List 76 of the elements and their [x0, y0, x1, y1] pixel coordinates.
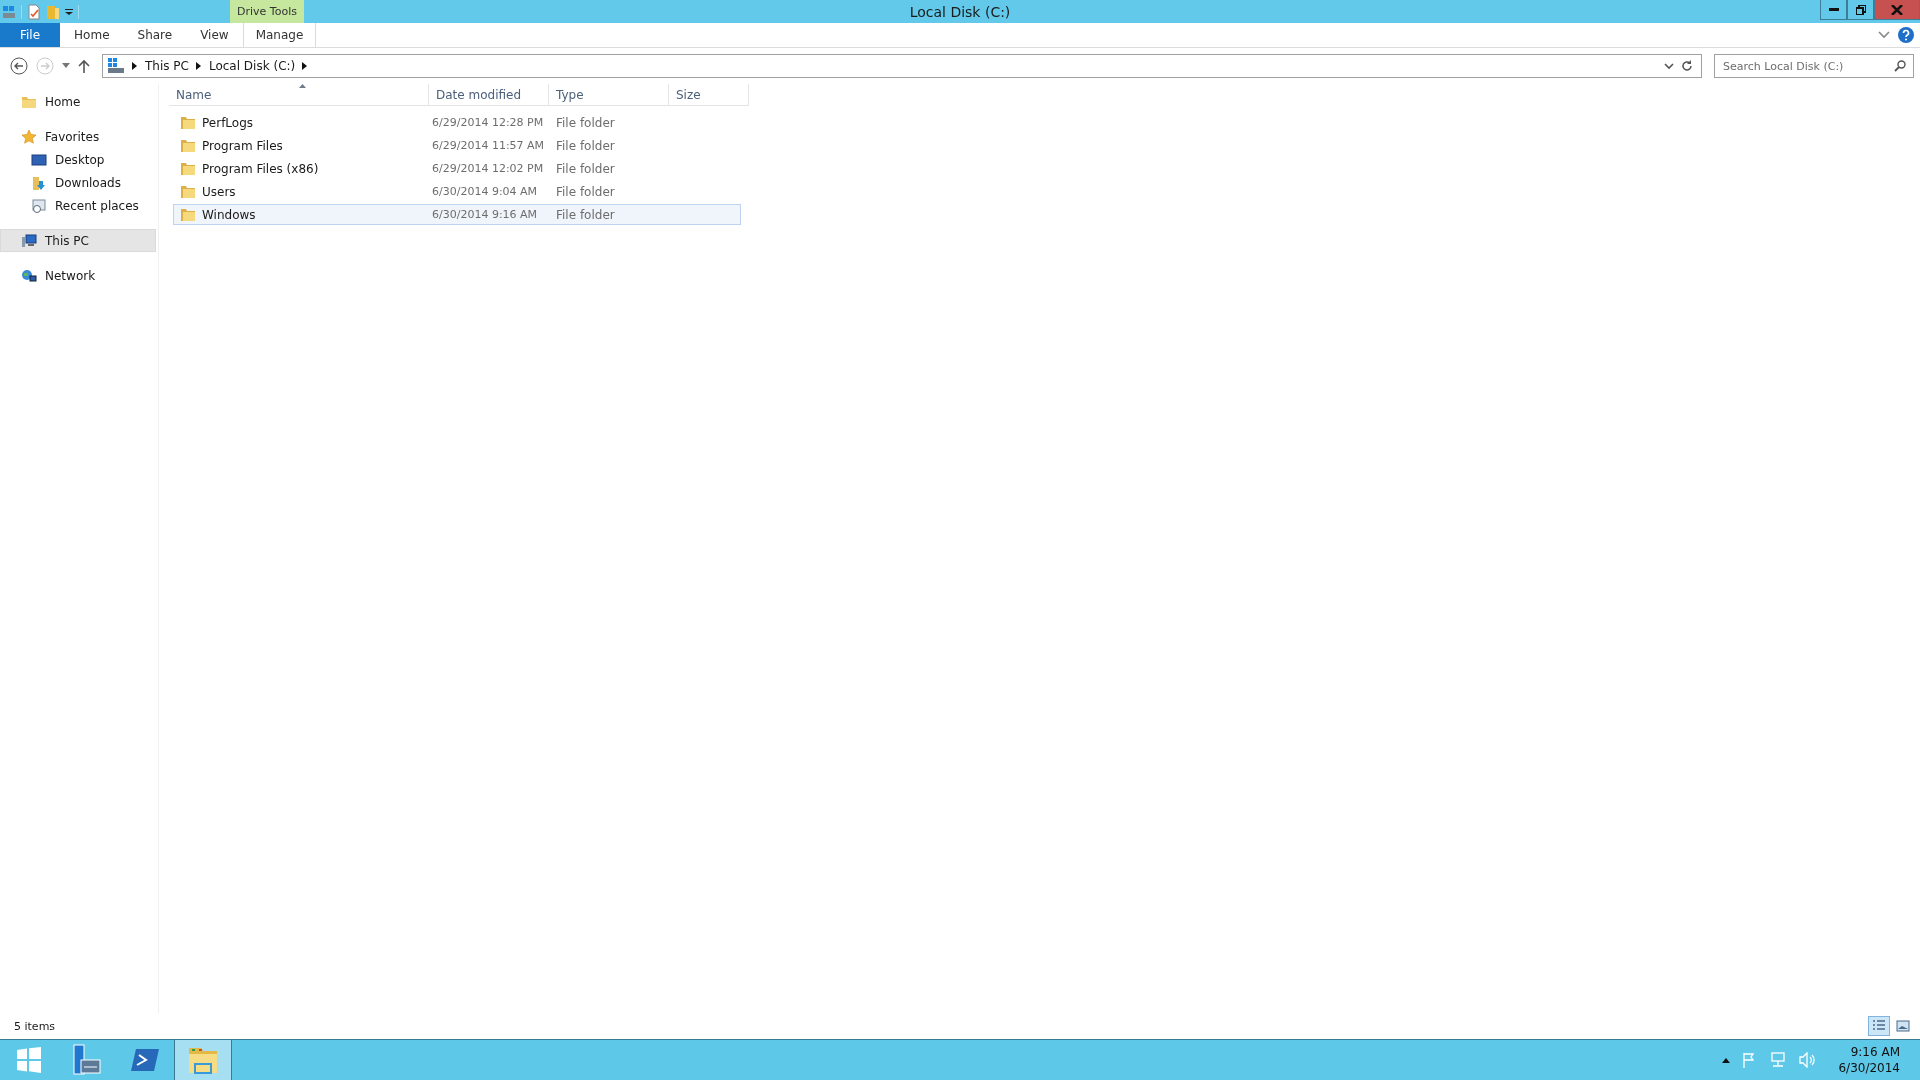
clock-date[interactable]: 6/30/2014: [1838, 1060, 1900, 1076]
file-name: Users: [202, 184, 236, 199]
column-header[interactable]: Type: [549, 84, 669, 106]
file-row[interactable]: PerfLogs 6/29/2014 12:28 PM File folder: [173, 112, 741, 133]
column-header[interactable]: Date modified: [429, 84, 549, 106]
computer-icon: [21, 232, 37, 249]
file-name: PerfLogs: [202, 115, 254, 130]
folder-icon: [180, 115, 196, 130]
up-arrow-icon[interactable]: [78, 59, 90, 73]
file-row[interactable]: Program Files (x86) 6/29/2014 12:02 PM File folder: [173, 158, 741, 179]
column-header[interactable]: Size: [669, 84, 749, 106]
breadcrumb-arrow-icon[interactable]: [302, 62, 309, 70]
minimize-icon: [1828, 8, 1839, 11]
ribbon-tab[interactable]: Manage: [242, 23, 317, 47]
address-bar[interactable]: This PC Local Disk (C:): [102, 54, 1702, 78]
nav-item[interactable]: Downloads: [0, 171, 156, 194]
file-name: Program Files: [202, 138, 283, 153]
date-cell-text: 6/30/2014 9:04 AM: [431, 185, 539, 198]
breadcrumb-arrow-icon[interactable]: [195, 62, 202, 70]
sort-arrow-icon: [298, 84, 306, 88]
nav-item[interactable]: Desktop: [0, 148, 156, 171]
downloads-folder-icon: [31, 174, 47, 191]
date-cell-text: 6/29/2014 11:57 AM: [431, 139, 546, 152]
nav-item[interactable]: Favorites: [0, 125, 156, 148]
network-icon: [21, 267, 37, 284]
file-name: Program Files (x86): [202, 161, 319, 176]
breadcrumb-arrow-icon[interactable]: [132, 62, 138, 70]
breadcrumb[interactable]: Local Disk (C:): [208, 59, 296, 73]
recent-locations-caret-icon[interactable]: [62, 63, 70, 69]
recent-places-icon: [31, 197, 47, 214]
file-name: Windows: [202, 207, 256, 222]
close-icon: [1891, 4, 1903, 15]
details-view-icon[interactable]: [1868, 1016, 1890, 1036]
dropdown-caret-icon[interactable]: [65, 7, 73, 16]
type-cell-text: File folder: [555, 115, 616, 130]
folder-icon: [180, 207, 196, 222]
refresh-icon[interactable]: [1681, 60, 1693, 72]
window-title: Local Disk (C:): [909, 3, 1011, 20]
date-cell-text: 6/30/2014 9:16 AM: [431, 208, 539, 221]
file-row[interactable]: Program Files 6/29/2014 11:57 AM File folder: [173, 135, 741, 156]
search-field[interactable]: Search Local Disk (C:): [1714, 54, 1914, 78]
search-icon: [1894, 60, 1906, 72]
desktop-icon: [31, 152, 47, 167]
type-cell-text: File folder: [555, 207, 616, 222]
dropdown-chevron-icon[interactable]: [1664, 62, 1674, 70]
type-cell-text: File folder: [555, 184, 616, 199]
folder-icon: [180, 138, 196, 153]
type-cell-text: File folder: [555, 161, 616, 176]
date-cell-text: 6/29/2014 12:02 PM: [431, 162, 545, 175]
nav-item[interactable]: Network: [0, 264, 156, 287]
type-cell-text: File folder: [555, 138, 616, 153]
expand-ribbon-icon[interactable]: [1878, 31, 1890, 39]
file-explorer-icon[interactable]: [174, 1040, 232, 1080]
nav-item[interactable]: Recent places: [0, 194, 156, 217]
file-row[interactable]: Users 6/30/2014 9:04 AM File folder: [173, 181, 741, 202]
column-header[interactable]: Name: [169, 84, 429, 106]
folder-icon: [180, 161, 196, 176]
help-icon[interactable]: [1898, 27, 1914, 43]
clock-time[interactable]: 9:16 AM: [1850, 1044, 1900, 1060]
file-tab[interactable]: File: [0, 23, 61, 47]
contextual-tab-group: Drive Tools: [230, 0, 304, 23]
nav-item[interactable]: Home: [0, 90, 156, 113]
close-button[interactable]: [1874, 0, 1920, 20]
item-count: 5 items: [14, 1019, 56, 1033]
drive-icon: [107, 58, 125, 74]
breadcrumb[interactable]: This PC: [145, 59, 189, 73]
date-cell-text: 6/29/2014 12:28 PM: [431, 116, 545, 129]
folder-icon: [180, 184, 196, 199]
restore-icon: [1855, 4, 1866, 15]
file-row[interactable]: Windows 6/30/2014 9:16 AM File folder: [173, 204, 741, 225]
back-button[interactable]: [10, 57, 28, 75]
minimize-button[interactable]: [1820, 0, 1847, 20]
star-icon: [21, 128, 37, 145]
show-hidden-icons-icon[interactable]: [1722, 1057, 1731, 1063]
nav-item[interactable]: This PC: [0, 229, 156, 252]
properties-icon[interactable]: [27, 3, 41, 20]
